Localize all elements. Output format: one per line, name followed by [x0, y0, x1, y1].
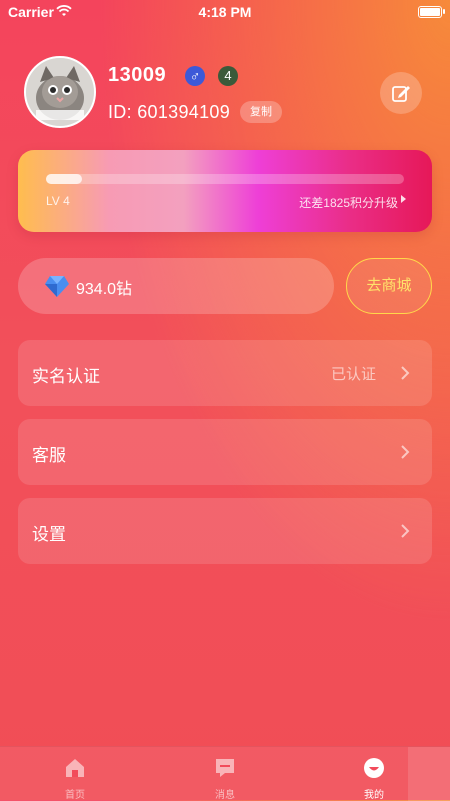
avatar[interactable]: [24, 56, 96, 128]
menu-item-customer-service[interactable]: 客服: [18, 419, 432, 485]
level-label: LV 4: [46, 194, 70, 208]
tab-label: 首页: [65, 790, 85, 801]
clock: 4:18 PM: [198, 4, 252, 20]
tab-bar: 首页 消息 我的: [0, 746, 450, 801]
home-icon: [66, 759, 84, 777]
edit-icon: [392, 86, 410, 102]
cat-avatar-image: [26, 58, 94, 126]
chevron-right-icon: [401, 445, 410, 459]
level-progress-text: 还差1825积分升级: [299, 196, 398, 210]
chevron-right-icon: [401, 366, 410, 380]
diamond-balance[interactable]: 934.0钻: [18, 258, 334, 314]
profile-icon: [364, 758, 384, 778]
menu-item-label: 客服: [32, 446, 66, 465]
male-gender-icon: ♂: [185, 66, 205, 86]
level-progress-fill: [46, 174, 82, 184]
battery-icon: [418, 6, 445, 18]
tab-label: 我的: [364, 790, 384, 801]
level-progress-bar: [46, 174, 404, 184]
username: 13009: [108, 64, 167, 86]
tab-home[interactable]: 首页: [40, 747, 110, 801]
menu-item-settings[interactable]: 设置: [18, 498, 432, 564]
user-level-badge: 4: [218, 66, 238, 86]
arrow-right-icon: [401, 195, 406, 203]
level-card[interactable]: LV 4 还差1825积分升级: [18, 150, 432, 232]
diamond-icon: [45, 276, 69, 297]
verification-status: 已认证: [330, 366, 376, 383]
diamond-balance-value: 934.0钻: [76, 281, 133, 298]
tab-me[interactable]: 我的: [339, 747, 409, 801]
tab-label: 消息: [215, 790, 235, 801]
menu-item-label: 设置: [32, 525, 66, 544]
message-icon: [216, 759, 234, 777]
go-to-shop-button[interactable]: 去商城: [346, 258, 432, 314]
copy-id-button[interactable]: 复制: [240, 101, 282, 123]
tab-messages[interactable]: 消息: [190, 747, 260, 801]
active-tab-highlight: [408, 747, 450, 801]
edit-profile-button[interactable]: [380, 72, 422, 114]
chevron-right-icon: [401, 524, 410, 538]
user-id: ID: 601394109: [108, 102, 230, 122]
status-bar: Carrier 4:18 PM: [0, 0, 450, 24]
menu-item-real-name-verification[interactable]: 实名认证 已认证: [18, 340, 432, 406]
menu-item-label: 实名认证: [32, 367, 100, 386]
